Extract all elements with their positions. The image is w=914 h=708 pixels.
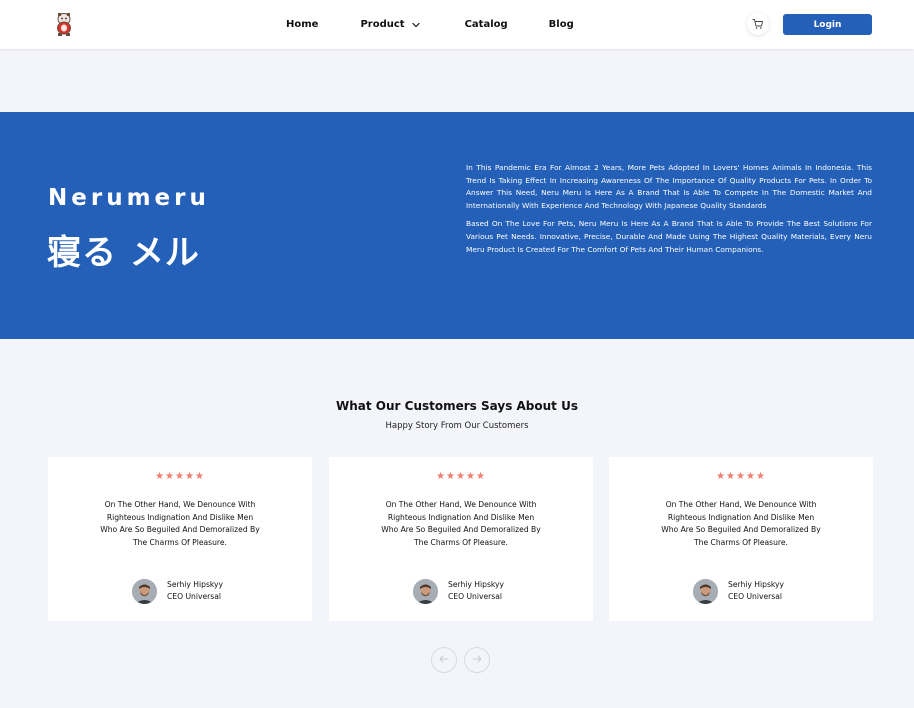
testimonials-subtitle: Happy Story From Our Customers	[385, 421, 529, 431]
author-role: CEO Universal	[448, 592, 502, 601]
author-name: Serhiy Hipskyy	[167, 580, 224, 589]
author-name: Serhiy Hipskyy	[448, 580, 505, 589]
author-name: Serhiy Hipskyy	[728, 580, 785, 589]
navbar: Home Product Catalog Blog Login	[0, 0, 914, 49]
avatar	[413, 578, 438, 604]
star-rating: ★★★★★	[716, 471, 766, 482]
testimonial-card: ★★★★★ On The Other Hand, We Denounce Wit…	[329, 457, 593, 621]
author-role: CEO Universal	[728, 592, 782, 601]
brand-name: Nerumeru	[48, 185, 210, 211]
testimonial-author: Serhiy Hipskyy CEO Universal	[132, 578, 223, 604]
mascot-logo-icon[interactable]	[53, 12, 75, 38]
hero-paragraph-1: In This Pandemic Era For Almost 2 Years,…	[466, 163, 872, 210]
hero-banner: Nerumeru 寝る メル In This Pandemic Era For …	[0, 112, 914, 339]
main-nav: Home Product Catalog Blog	[286, 0, 574, 49]
testimonials-title: What Our Customers Says About Us	[336, 399, 578, 413]
arrow-left-icon	[438, 653, 450, 668]
testimonial-author: Serhiy Hipskyy CEO Universal	[693, 578, 784, 604]
author-role: CEO Universal	[167, 592, 221, 601]
testimonial-card: ★★★★★ On The Other Hand, We Denounce Wit…	[609, 457, 873, 621]
testimonial-quote: On The Other Hand, We Denounce With Righ…	[100, 500, 260, 548]
arrow-right-icon	[471, 653, 483, 668]
testimonial-quote: On The Other Hand, We Denounce With Righ…	[661, 500, 821, 548]
carousel-prev-button[interactable]	[431, 647, 457, 673]
chevron-down-icon	[411, 20, 421, 30]
login-button[interactable]: Login	[783, 14, 872, 35]
testimonial-author: Serhiy Hipskyy CEO Universal	[413, 578, 504, 604]
avatar	[132, 578, 157, 604]
carousel-next-button[interactable]	[464, 647, 490, 673]
testimonial-card: ★★★★★ On The Other Hand, We Denounce Wit…	[48, 457, 312, 621]
testimonial-quote: On The Other Hand, We Denounce With Righ…	[381, 500, 541, 548]
hero-paragraph-2: Based On The Love For Pets, Neru Meru Is…	[466, 219, 872, 254]
nav-catalog[interactable]: Catalog	[465, 19, 508, 30]
brand-name-japanese: 寝る メル	[47, 233, 200, 273]
nav-home[interactable]: Home	[286, 19, 318, 30]
cart-icon	[752, 15, 764, 34]
nav-blog[interactable]: Blog	[549, 19, 574, 30]
nav-product-dropdown[interactable]: Product	[360, 19, 420, 30]
star-rating: ★★★★★	[436, 471, 486, 482]
nav-product-label: Product	[360, 19, 405, 30]
avatar	[693, 578, 718, 604]
cart-button[interactable]	[747, 13, 769, 35]
star-rating: ★★★★★	[155, 471, 205, 482]
hero-description: In This Pandemic Era For Almost 2 Years,…	[466, 162, 872, 256]
